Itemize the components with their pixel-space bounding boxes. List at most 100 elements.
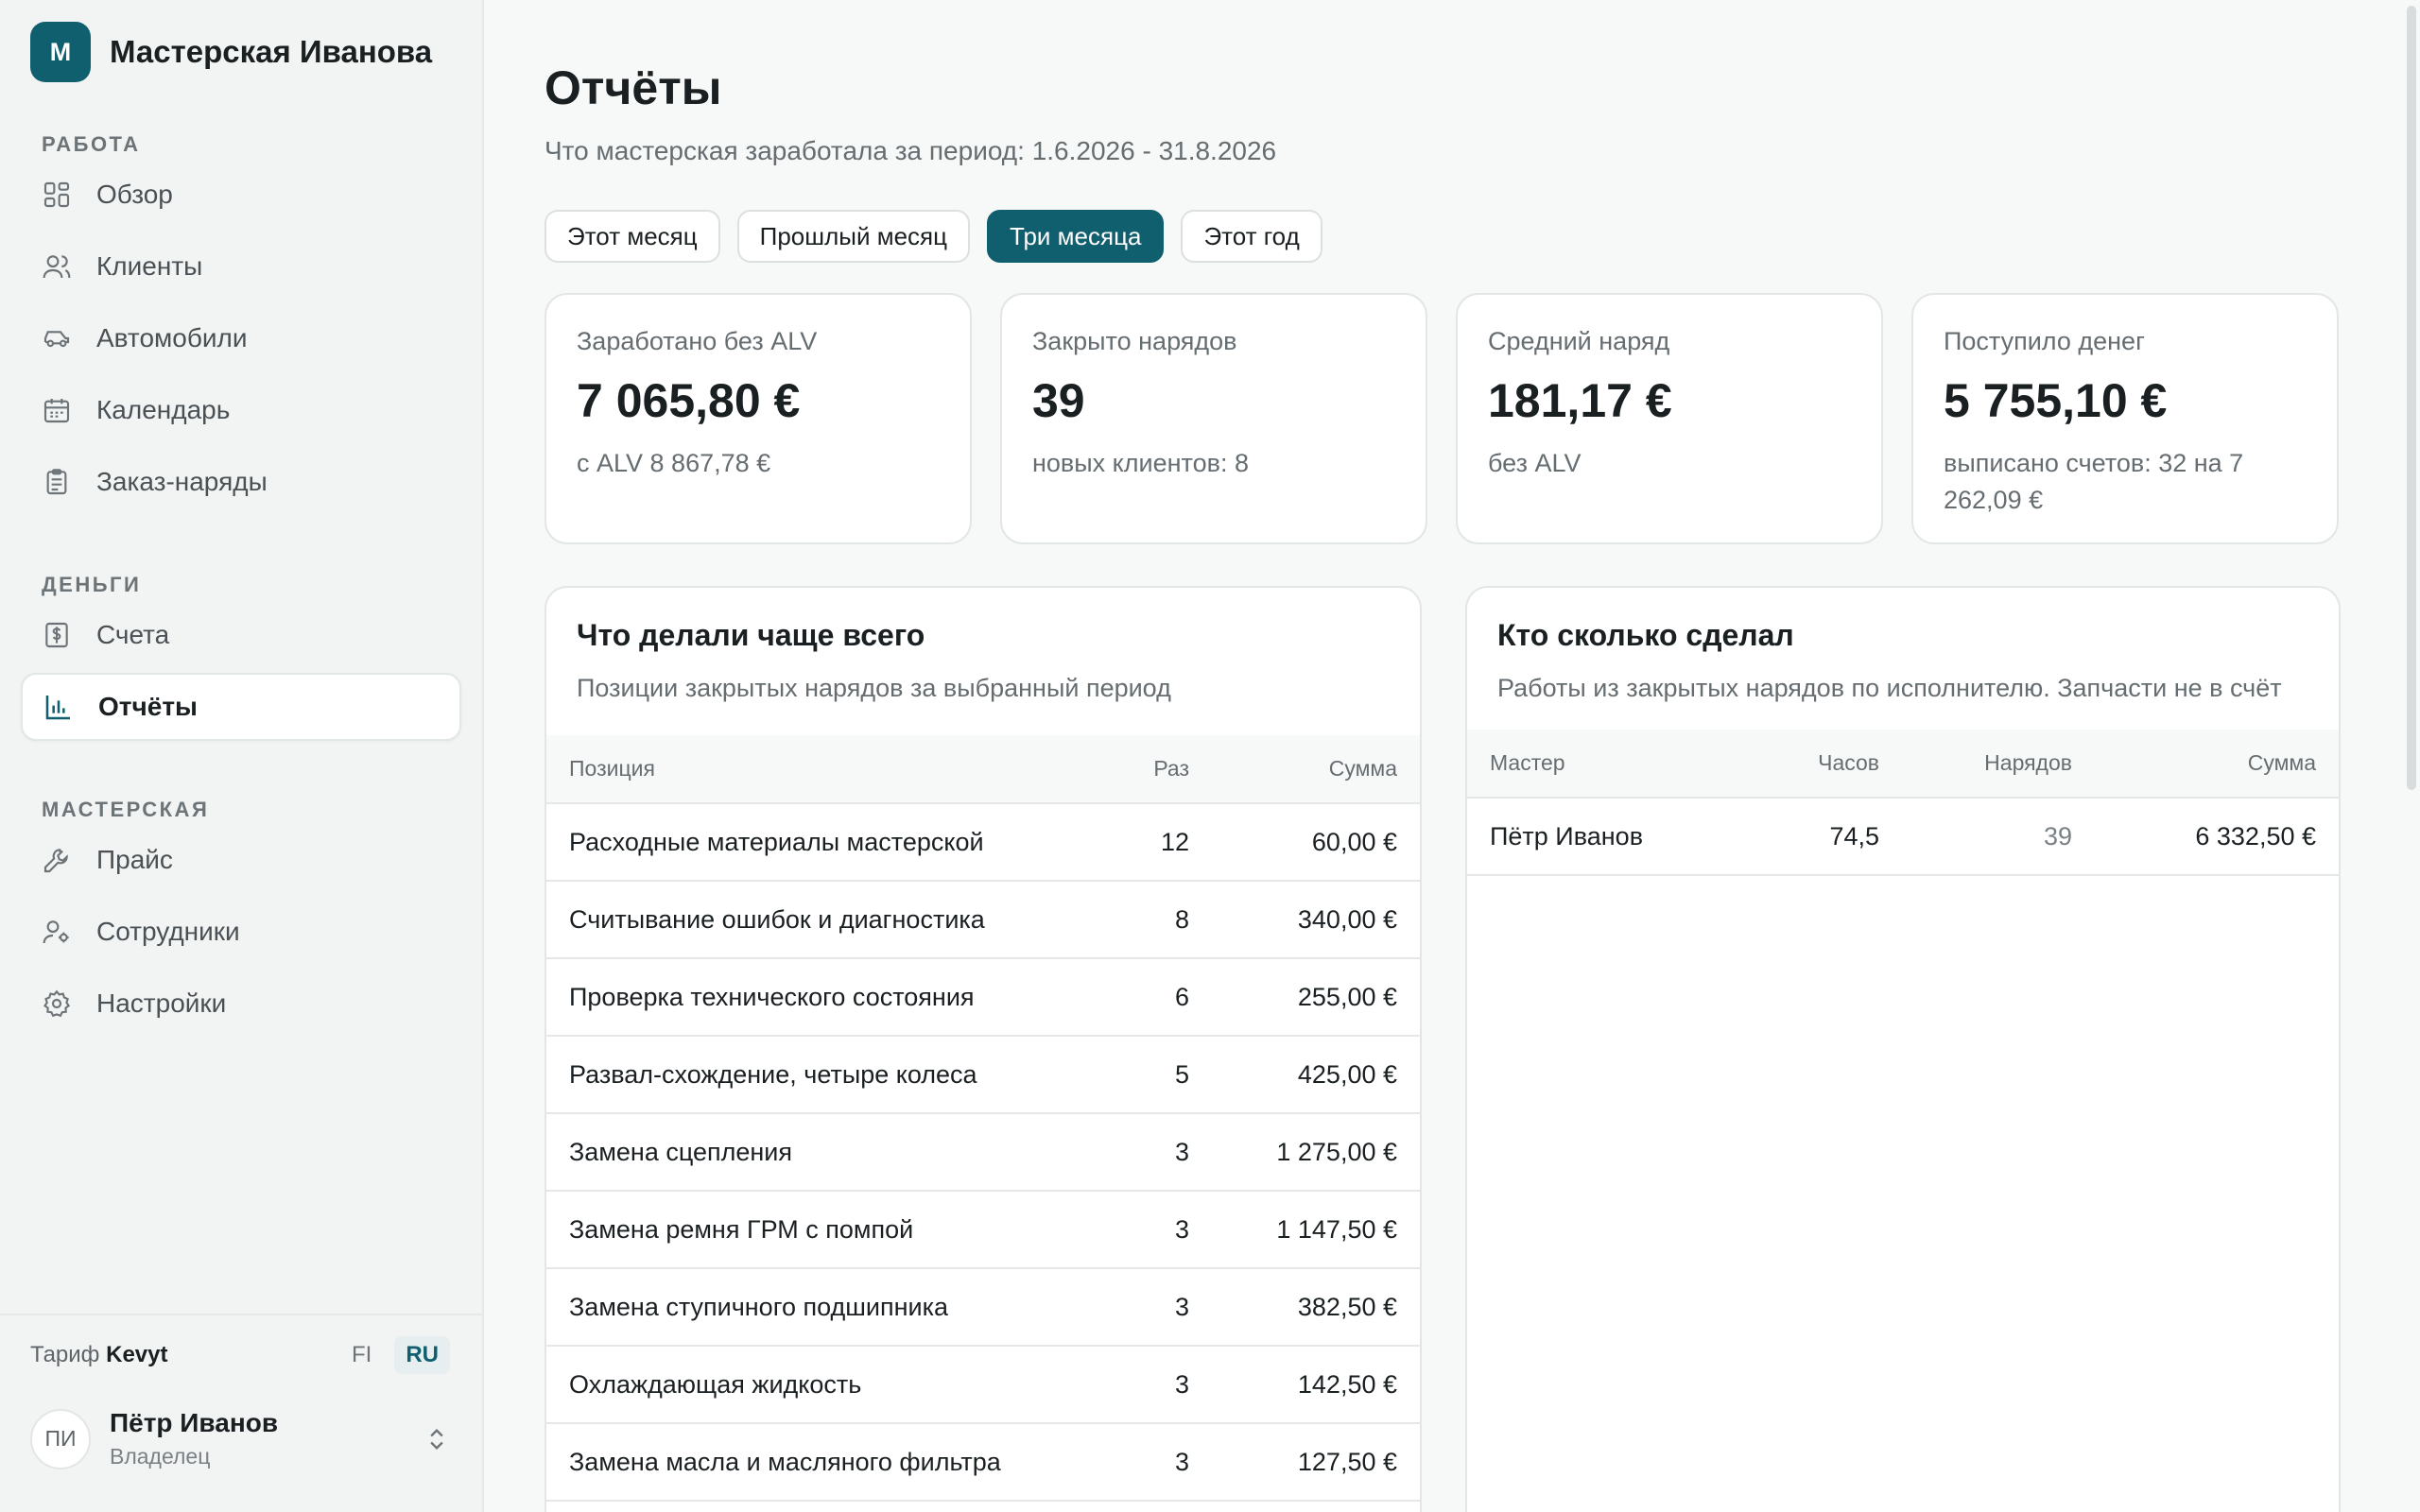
brand[interactable]: M Мастерская Иванова [0, 0, 482, 104]
sidebar-item-label: Счета [96, 620, 170, 649]
table-row[interactable]: Замена масла и масляного фильтра 3 127,50 … [546, 1423, 1420, 1502]
table-row[interactable]: Замена ремня ГРМ с помпой 3 1 147,50 € [546, 1191, 1420, 1269]
cell-sum: 382,50 € [1212, 1268, 1420, 1347]
language-switcher: FI RU [340, 1336, 450, 1374]
user-name: Пётр Иванов [110, 1408, 279, 1437]
cell-position: Замена масла и масляного фильтра [546, 1423, 1108, 1502]
table-row[interactable]: Замена сцепления 3 1 275,00 € [546, 1113, 1420, 1192]
cell-count: 5 [1108, 1036, 1212, 1114]
kpi-value: 7 065,80 € [577, 374, 801, 427]
kpi-note: новых клиентов: 8 [1032, 449, 1249, 477]
cell-position: Замена ступичного подшипника [546, 1268, 1108, 1347]
sidebar-item-staff[interactable]: Сотрудники [21, 898, 461, 966]
cell-count: 3 [1108, 1268, 1212, 1347]
kpi-note: выписано счетов: 32 на 7 262,09 € [1944, 449, 2244, 514]
sidebar-item-overview[interactable]: Обзор [21, 161, 461, 229]
user-menu[interactable]: ПИ Пётр Иванов Владелец [0, 1395, 482, 1469]
sidebar-item-label: Настройки [96, 988, 227, 1018]
column-header-position[interactable]: Позиция [546, 735, 1108, 804]
wrench-icon [42, 845, 72, 875]
gear-icon [42, 988, 72, 1019]
kpi-label: Поступило денег [1944, 327, 2145, 355]
page-title: Отчёты [544, 61, 722, 114]
table-row[interactable]: Замена ступичного подшипника 3 382,50 € [546, 1268, 1420, 1347]
clipboard-icon [42, 467, 72, 497]
sidebar-item-label: Автомобили [96, 323, 248, 352]
column-header-orders[interactable]: Нарядов [1902, 730, 2095, 799]
main-content: Отчёты Что мастерская заработала за пери… [484, 0, 2420, 1512]
cell-position: Охлаждающая жидкость [546, 1346, 1108, 1424]
user-role: Владелец [110, 1444, 211, 1469]
table-row[interactable]: Развал-схождение, четыре колеса 5 425,00 € [546, 1036, 1420, 1114]
cell-sum: 127,50 € [1212, 1423, 1420, 1502]
app-root: M Мастерская Иванова РАБОТА Обзор Клиент… [0, 0, 2420, 1512]
filter-this-month[interactable]: Этот месяц [544, 210, 720, 263]
table-row[interactable]: Пётр Иванов 74,5 39 6 332,50 € [1467, 798, 2339, 876]
cell-sum: 425,00 € [1212, 1036, 1420, 1114]
filter-this-year[interactable]: Этот год [1181, 210, 1322, 263]
filter-last-month[interactable]: Прошлый месяц [736, 210, 971, 263]
sidebar-item-label: Отчёты [98, 692, 198, 721]
sidebar-item-calendar[interactable]: Календарь [21, 376, 461, 444]
sidebar-item-reports[interactable]: Отчёты [21, 673, 461, 741]
cell-position: Считывание ошибок и диагностика [546, 881, 1108, 959]
cell-hours: 74,5 [1713, 798, 1902, 876]
panel-title: Кто сколько сделал [1497, 618, 1794, 652]
calendar-icon [42, 395, 72, 425]
table-row[interactable]: Считывание ошибок и диагностика 8 340,00 € [546, 881, 1420, 959]
column-header-hours[interactable]: Часов [1713, 730, 1902, 799]
column-header-master[interactable]: Мастер [1467, 730, 1713, 799]
page-subtitle: Что мастерская заработала за период: 1.6… [544, 136, 1277, 165]
sidebar-nav: РАБОТА Обзор Клиенты Автомобили Календар… [0, 104, 482, 1038]
table-header-row: Мастер Часов Нарядов Сумма [1467, 730, 2339, 799]
section-label-money: ДЕНЬГИ [42, 573, 142, 596]
cell-sum: 1 275,00 € [1212, 1113, 1420, 1192]
sidebar-item-label: Клиенты [96, 251, 203, 281]
sidebar-item-clients[interactable]: Клиенты [21, 232, 461, 301]
table-row[interactable]: Охлаждающая жидкость 3 142,50 € [546, 1346, 1420, 1424]
sidebar-item-label: Сотрудники [96, 917, 240, 946]
chevron-up-down-icon[interactable] [424, 1426, 450, 1452]
invoice-icon [42, 620, 72, 650]
column-header-count[interactable]: Раз [1108, 735, 1212, 804]
table-row[interactable]: Расходные материалы мастерской 12 60,00 € [546, 803, 1420, 882]
sidebar-item-cars[interactable]: Автомобили [21, 304, 461, 372]
sidebar-item-price[interactable]: Прайс [21, 826, 461, 894]
kpi-card-earned: Заработано без ALV 7 065,80 € с ALV 8 86… [544, 293, 972, 544]
language-option-fi[interactable]: FI [340, 1336, 383, 1374]
plan-name: Kevyt [106, 1342, 168, 1367]
panel-subtitle: Работы из закрытых нарядов по исполнител… [1497, 674, 2282, 702]
cell-orders: 39 [1902, 798, 2095, 876]
sidebar-item-invoices[interactable]: Счета [21, 601, 461, 669]
cell-sum: 6 332,50 € [2095, 798, 2339, 876]
period-filters: Этот месяц Прошлый месяц Три месяца Этот… [544, 210, 2420, 263]
kpi-label: Заработано без ALV [577, 327, 818, 355]
cell-sum: 255,00 € [1212, 958, 1420, 1037]
kpi-value: 181,17 € [1488, 374, 1672, 427]
staff-icon [42, 917, 72, 947]
cell-count: 3 [1108, 1113, 1212, 1192]
panel-header: Что делали чаще всего Позиции закрытых н… [546, 588, 1420, 707]
kpi-note: без ALV [1488, 449, 1582, 477]
cell-count: 12 [1108, 803, 1212, 882]
top-items-panel: Что делали чаще всего Позиции закрытых н… [544, 586, 1422, 1512]
kpi-value: 5 755,10 € [1944, 374, 2168, 427]
sidebar-item-work-orders[interactable]: Заказ-наряды [21, 448, 461, 516]
kpi-label: Средний наряд [1488, 327, 1670, 355]
cell-count: 6 [1108, 958, 1212, 1037]
column-header-sum[interactable]: Сумма [2095, 730, 2339, 799]
language-option-ru[interactable]: RU [394, 1336, 450, 1374]
grid-icon [42, 180, 72, 210]
table-row[interactable]: Проверка технического состояния 6 255,00 € [546, 958, 1420, 1037]
plan-info: Тариф Kevyt [30, 1342, 167, 1368]
plan-row: Тариф Kevyt FI RU [0, 1315, 482, 1395]
user-info: Пётр Иванов Владелец [110, 1408, 424, 1469]
sidebar-item-settings[interactable]: Настройки [21, 970, 461, 1038]
avatar: ПИ [30, 1408, 91, 1469]
filter-three-months[interactable]: Три месяца [987, 210, 1165, 263]
section-label-work: РАБОТА [42, 132, 141, 156]
sidebar-item-label: Заказ-наряды [96, 467, 268, 496]
page-scrollbar[interactable] [2407, 6, 2416, 790]
by-master-table: Мастер Часов Нарядов Сумма Пётр Иванов 7… [1467, 730, 2339, 876]
column-header-sum[interactable]: Сумма [1212, 735, 1420, 804]
